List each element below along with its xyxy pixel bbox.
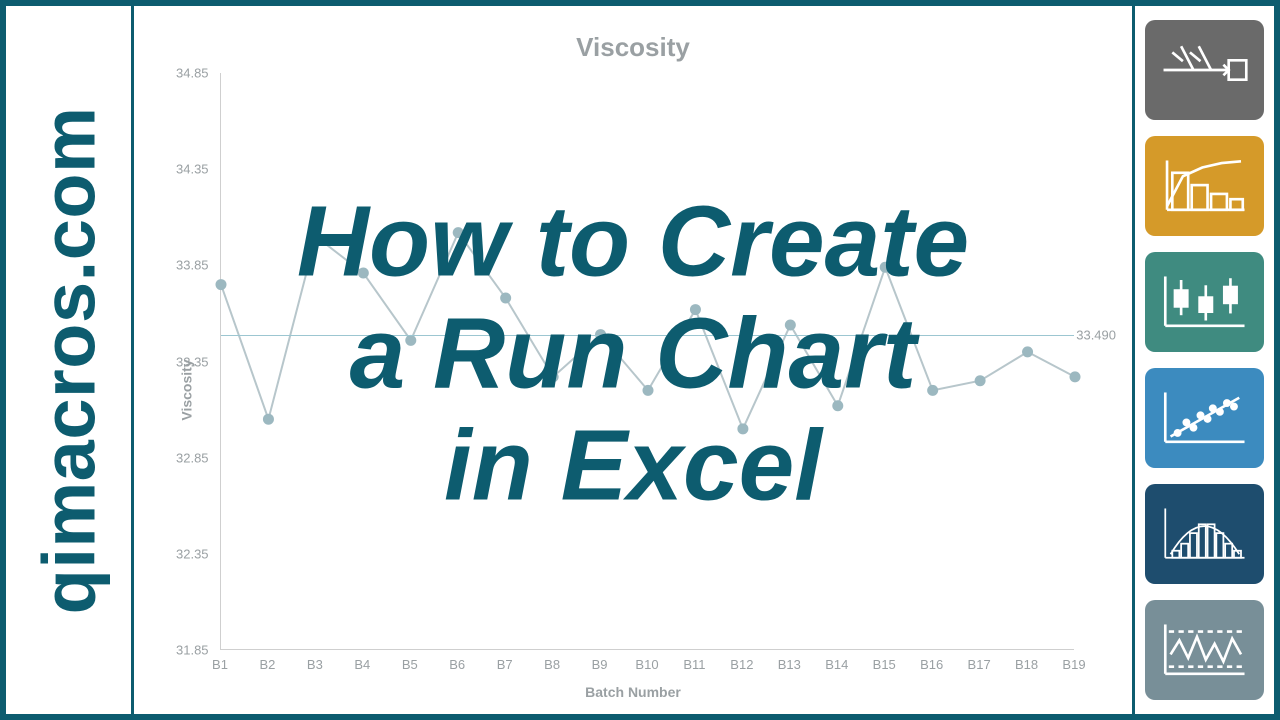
data-point — [785, 319, 796, 330]
data-point — [358, 268, 369, 279]
median-line — [221, 335, 1074, 336]
y-tick: 34.85 — [176, 66, 209, 81]
x-tick: B3 — [307, 657, 323, 672]
y-tick: 32.35 — [176, 546, 209, 561]
controlchart-icon — [1145, 600, 1264, 700]
data-point — [690, 304, 701, 315]
x-tick: B19 — [1062, 657, 1085, 672]
x-tick: B5 — [402, 657, 418, 672]
x-tick: B12 — [730, 657, 753, 672]
x-tick: B9 — [592, 657, 608, 672]
x-tick: B2 — [259, 657, 275, 672]
y-tick: 31.85 — [176, 643, 209, 658]
data-point — [216, 279, 227, 290]
x-tick: B17 — [968, 657, 991, 672]
data-point — [975, 375, 986, 386]
x-tick: B10 — [635, 657, 658, 672]
plot-area: 33.490 — [220, 73, 1074, 650]
brand-column: qimacros.com — [6, 6, 134, 714]
boxplot-icon — [1145, 252, 1264, 352]
x-tick: B7 — [497, 657, 513, 672]
fishbone-icon — [1145, 20, 1264, 120]
scatter-icon — [1145, 368, 1264, 468]
data-point — [643, 385, 654, 396]
data-point — [927, 385, 938, 396]
data-point — [453, 227, 464, 238]
data-point — [737, 423, 748, 434]
plot-wrap: Viscosity Batch Number 33.490 31.8532.35… — [148, 73, 1118, 706]
data-point — [263, 414, 274, 425]
y-tick: 32.85 — [176, 450, 209, 465]
y-tick: 34.35 — [176, 162, 209, 177]
x-tick: B6 — [449, 657, 465, 672]
app-frame: qimacros.com Viscosity Viscosity Batch N… — [0, 0, 1280, 720]
x-tick: B8 — [544, 657, 560, 672]
chart-panel: Viscosity Viscosity Batch Number 33.490 … — [134, 6, 1132, 714]
data-point — [1022, 346, 1033, 357]
data-point — [310, 231, 321, 242]
data-point — [1070, 371, 1081, 382]
x-tick: B18 — [1015, 657, 1038, 672]
pareto-icon — [1145, 136, 1264, 236]
x-tick: B11 — [683, 657, 705, 672]
data-point — [500, 293, 511, 304]
data-point — [880, 262, 891, 273]
data-point — [548, 371, 559, 382]
x-tick: B16 — [920, 657, 943, 672]
histogram-icon — [1145, 484, 1264, 584]
x-axis-label: Batch Number — [148, 684, 1118, 700]
x-tick: B14 — [825, 657, 848, 672]
x-tick: B13 — [778, 657, 801, 672]
median-label: 33.490 — [1076, 327, 1116, 342]
chart-type-tiles — [1132, 6, 1274, 714]
x-tick: B4 — [354, 657, 370, 672]
series-line — [221, 233, 1075, 429]
data-point — [405, 335, 416, 346]
chart-title: Viscosity — [148, 32, 1118, 63]
data-point — [832, 400, 843, 411]
brand-text: qimacros.com — [26, 106, 111, 614]
y-tick: 33.35 — [176, 354, 209, 369]
y-tick: 33.85 — [176, 258, 209, 273]
x-tick: B1 — [212, 657, 228, 672]
run-chart-svg — [221, 73, 1074, 649]
x-tick: B15 — [873, 657, 896, 672]
